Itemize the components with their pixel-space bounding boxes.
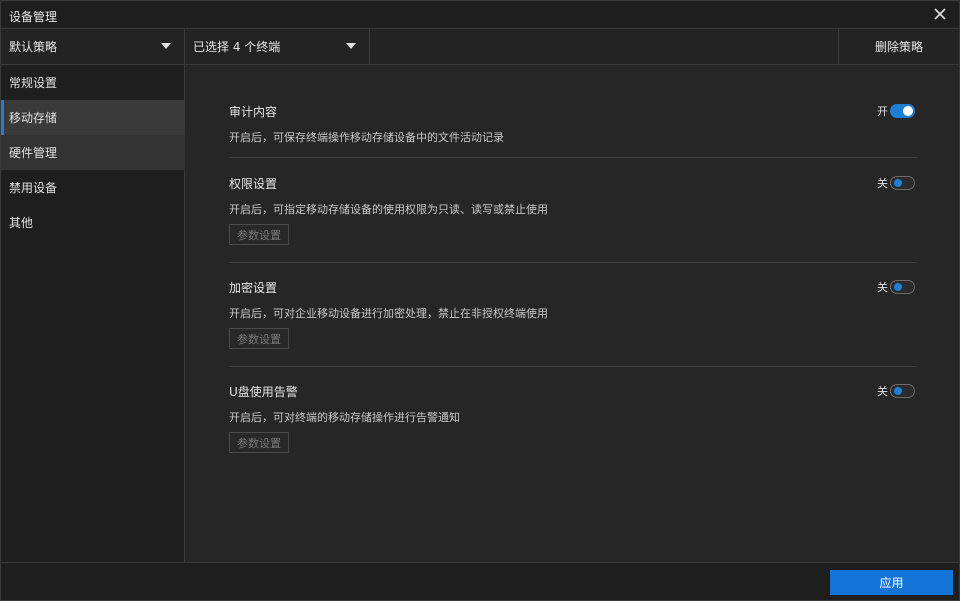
section-description: 开启后，可指定移动存储设备的使用权限为只读、读写或禁止使用 [229, 203, 548, 216]
footer-bar: 应用 [1, 562, 959, 600]
apply-button[interactable]: 应用 [830, 570, 953, 595]
permissions-params-button[interactable]: 参数设置 [229, 224, 289, 245]
divider [229, 366, 917, 367]
audit-toggle[interactable] [890, 104, 915, 118]
divider [229, 157, 917, 158]
section-encryption: 加密设置 关 开启后，可对企业移动设备进行加密处理，禁止在非授权终端使用 参数设… [229, 279, 917, 367]
toggle-group: 关 [877, 175, 915, 191]
toolbar: 默认策略 已选择 4 个终端 删除策略 [1, 29, 959, 65]
sidebar-item-label: 常规设置 [9, 76, 58, 90]
policy-dropdown[interactable]: 默认策略 [1, 29, 185, 64]
sidebar-item-general[interactable]: 常规设置 [1, 65, 185, 100]
caret-down-icon [161, 43, 171, 49]
settings-panel: 审计内容 开 开启后，可保存终端操作移动存储设备中的文件活动记录 权限设置 关 … [186, 65, 959, 562]
usb-alert-toggle[interactable] [890, 384, 915, 398]
usb-alert-params-button[interactable]: 参数设置 [229, 432, 289, 453]
section-description: 开启后，可对企业移动设备进行加密处理，禁止在非授权终端使用 [229, 307, 548, 320]
toggle-state-label: 关 [877, 177, 888, 190]
section-usb-alert: U盘使用告警 关 开启后，可对终端的移动存储操作进行告警通知 参数设置 [229, 383, 917, 455]
section-title: 审计内容 [229, 105, 278, 119]
policy-dropdown-value: 默认策略 [9, 40, 58, 54]
sidebar-item-hardware[interactable]: 硬件管理 [1, 135, 185, 170]
sidebar-item-other[interactable]: 其他 [1, 205, 185, 240]
window-title: 设备管理 [9, 10, 58, 24]
encryption-params-button[interactable]: 参数设置 [229, 328, 289, 349]
section-permissions: 权限设置 关 开启后，可指定移动存储设备的使用权限为只读、读写或禁止使用 参数设… [229, 175, 917, 263]
toggle-group: 关 [877, 279, 915, 295]
section-title: 权限设置 [229, 177, 278, 191]
divider [229, 262, 917, 263]
terminal-dropdown[interactable]: 已选择 4 个终端 [185, 29, 370, 64]
toggle-knob [894, 283, 902, 291]
permissions-toggle[interactable] [890, 176, 915, 190]
toggle-state-label: 关 [877, 281, 888, 294]
sidebar-item-disabled-devices[interactable]: 禁用设备 [1, 170, 185, 205]
toggle-group: 关 [877, 383, 915, 399]
toggle-knob [894, 387, 902, 395]
title-bar: 设备管理 [1, 1, 959, 29]
encryption-toggle[interactable] [890, 280, 915, 294]
section-title: 加密设置 [229, 281, 278, 295]
sidebar-item-label: 禁用设备 [9, 181, 58, 195]
section-audit: 审计内容 开 开启后，可保存终端操作移动存储设备中的文件活动记录 [229, 103, 917, 158]
toggle-knob [903, 106, 913, 116]
toggle-state-label: 开 [877, 105, 888, 118]
sidebar-item-label: 移动存储 [9, 111, 58, 125]
toggle-group: 开 [877, 103, 915, 119]
toggle-state-label: 关 [877, 385, 888, 398]
section-title: U盘使用告警 [229, 385, 298, 399]
sidebar: 常规设置 移动存储 硬件管理 禁用设备 其他 [1, 65, 185, 562]
sidebar-item-removable-storage[interactable]: 移动存储 [1, 100, 185, 135]
sidebar-item-label: 硬件管理 [9, 146, 58, 160]
close-icon[interactable] [931, 5, 949, 23]
sidebar-item-label: 其他 [9, 216, 34, 230]
caret-down-icon [346, 43, 356, 49]
terminal-dropdown-value: 已选择 4 个终端 [193, 40, 281, 54]
toggle-knob [894, 179, 902, 187]
section-description: 开启后，可对终端的移动存储操作进行告警通知 [229, 411, 460, 424]
device-management-window: 设备管理 默认策略 已选择 4 个终端 删除策略 常规设置 移动存储 硬件管理 … [0, 0, 960, 601]
delete-policy-button[interactable]: 删除策略 [838, 29, 959, 64]
section-description: 开启后，可保存终端操作移动存储设备中的文件活动记录 [229, 131, 504, 144]
